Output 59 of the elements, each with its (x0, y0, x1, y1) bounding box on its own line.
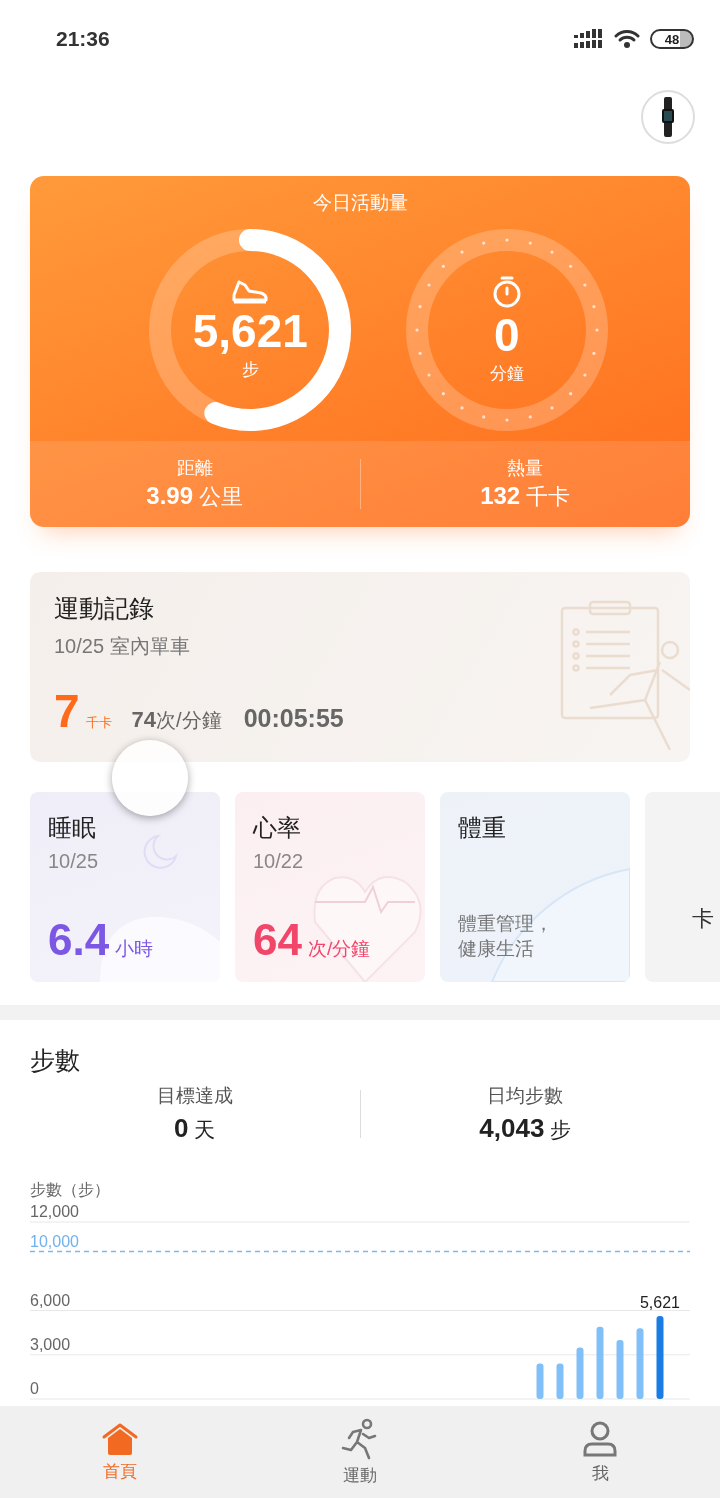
card-text: 卡 (692, 905, 714, 933)
metric-card[interactable]: 卡 (645, 792, 720, 982)
stat-label: 日均步數 (487, 1084, 564, 1108)
calories-value: 7 (54, 688, 80, 734)
card-title: 運動記錄 (54, 593, 155, 624)
ring-unit: 分鐘 (489, 362, 524, 385)
axis-title: 步數（步） (30, 1181, 110, 1198)
chart-bar (576, 1347, 584, 1399)
home-icon (101, 1421, 139, 1456)
wristband-icon (661, 97, 675, 137)
metric-value: 6.4 (48, 918, 110, 962)
card-title: 今日活動量 (311, 191, 409, 215)
ring-unit: 步 (241, 358, 259, 381)
card-date: 10/22 (253, 850, 304, 873)
stat-label: 熱量 (507, 457, 544, 480)
section-title: 步數 (30, 1045, 81, 1076)
value-label: 5,621 (640, 1294, 680, 1312)
metric-unit: 小時 (115, 937, 154, 961)
wifi-icon (614, 29, 640, 49)
card-text: 體重管理，健康生活 (458, 911, 554, 962)
metric-value: 64 (253, 918, 302, 962)
ring-value: 0 (493, 311, 520, 360)
stat-label: 目標達成 (156, 1084, 233, 1108)
chart-bar (636, 1328, 644, 1399)
card-title: 心率 (253, 813, 301, 843)
signal-icon (574, 29, 604, 49)
runner-icon (341, 1417, 379, 1460)
tick-label: 6,000 (30, 1291, 71, 1309)
battery-level: 48 (650, 29, 694, 49)
metric-card[interactable]: 睡眠 10/25 6.4 小時 (30, 792, 220, 982)
stat-label: 距離 (176, 457, 213, 480)
clock-time: 21:36 (56, 27, 110, 51)
stat-value: 0 天 (174, 1113, 216, 1144)
metric-card[interactable]: 心率 10/22 64 次/分鐘 (235, 792, 425, 982)
shoe-icon (231, 279, 270, 306)
duration-value: 00:05:55 (243, 704, 344, 733)
tick-label: 12,000 (30, 1203, 79, 1220)
nav-tab[interactable]: 我 (480, 1406, 720, 1498)
device-button[interactable] (641, 90, 695, 144)
ring-value: 5,621 (192, 307, 308, 356)
stat-value: 132 千卡 (480, 482, 571, 511)
chart-bar (616, 1340, 624, 1399)
heart-rate-value: 74次/分鐘 (131, 707, 222, 734)
metric-card[interactable]: 體重 體重管理，健康生活 (440, 792, 630, 982)
stat-value: 3.99 公里 (146, 482, 244, 511)
calories-unit: 千卡 (85, 714, 112, 732)
goal-label: 10,000 (30, 1232, 79, 1250)
metric-unit: 次/分鐘 (307, 937, 371, 961)
card-date: 10/25 (48, 850, 99, 873)
chart-bar (536, 1363, 544, 1399)
tick-label: 0 (30, 1380, 39, 1397)
record-subtitle: 10/25 室內單車 (54, 634, 191, 659)
profile-icon (582, 1419, 618, 1458)
nav-tab[interactable]: 運動 (240, 1406, 480, 1498)
card-title: 體重 (458, 813, 506, 843)
chart-bar (556, 1363, 564, 1399)
card-title: 睡眠 (48, 813, 96, 843)
stat-value: 4,043 步 (479, 1113, 572, 1144)
tick-label: 3,000 (30, 1335, 71, 1353)
